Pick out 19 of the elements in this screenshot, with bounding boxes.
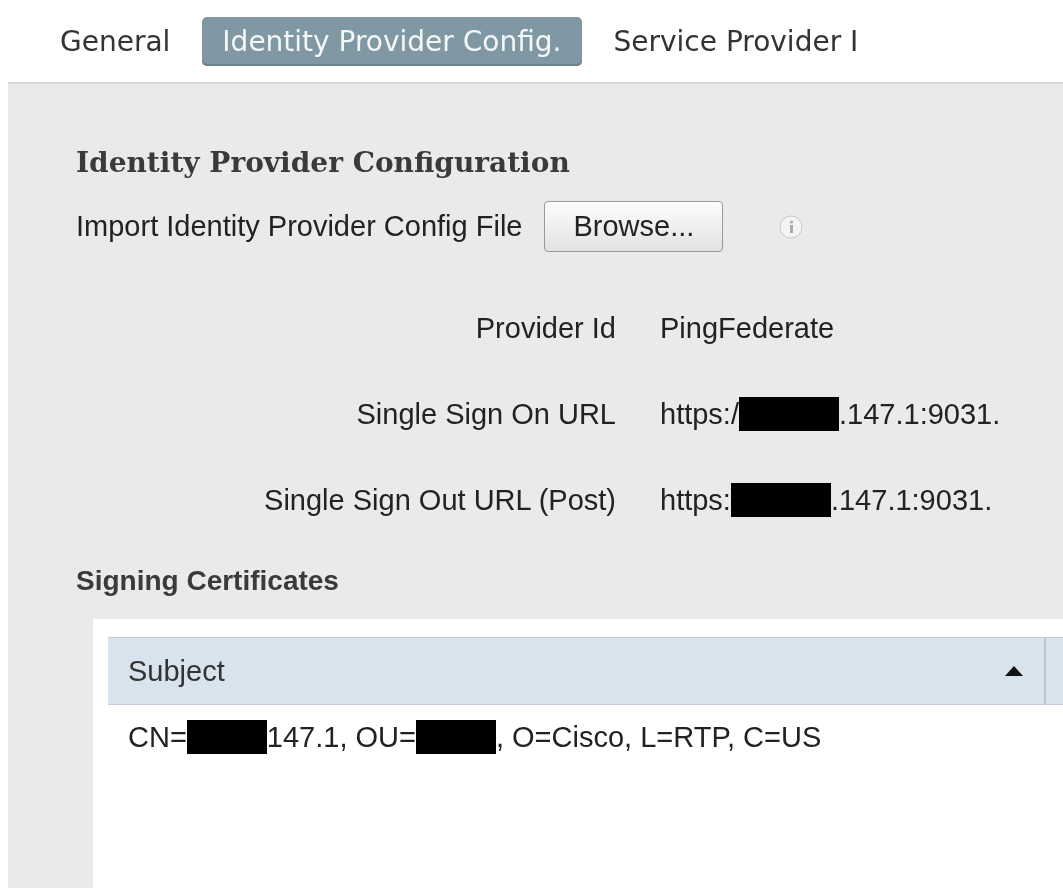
- value-text: .147.1:9031.: [830, 483, 993, 517]
- value-text: 147.1, OU=: [266, 720, 416, 754]
- tab[interactable]: Service Provider I: [593, 16, 879, 66]
- import-label: Import Identity Provider Config File: [76, 210, 523, 243]
- value-text: https:/: [660, 397, 739, 431]
- field-label: Single Sign On URL: [356, 397, 616, 431]
- tab[interactable]: General: [40, 16, 191, 66]
- section-title: Signing Certificates: [76, 565, 340, 597]
- value-text: https:: [660, 483, 731, 517]
- info-icon[interactable]: [779, 214, 804, 239]
- value-text: .147.1:9031.: [839, 397, 1001, 431]
- section-title: Identity Provider Configuration: [76, 146, 571, 179]
- field-label: Provider Id: [475, 312, 616, 345]
- value-text: , O=Cisco, L=RTP, C=US: [495, 720, 822, 754]
- field-label: Single Sign Out URL (Post): [264, 483, 616, 517]
- column-title: Subject: [128, 654, 225, 688]
- browse-button[interactable]: Browse...: [544, 201, 724, 252]
- value-text: CN=: [128, 720, 187, 754]
- value-text: PingFederate: [660, 312, 835, 345]
